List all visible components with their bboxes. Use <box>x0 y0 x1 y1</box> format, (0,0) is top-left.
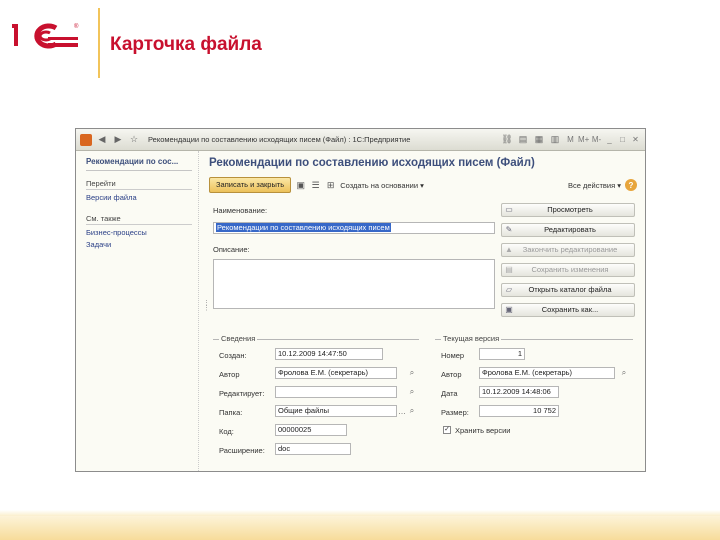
app-window: ◀ ▶ ☆ Рекомендации по составлению исходя… <box>75 128 646 472</box>
window-title: Рекомендации по составлению исходящих пи… <box>148 135 411 144</box>
version-date-field[interactable]: 10.12.2009 14:48:06 <box>479 386 559 398</box>
store-versions-checkbox[interactable]: ✓ <box>443 426 451 434</box>
code-label: Код: <box>219 427 234 436</box>
list-icon[interactable]: ☰ <box>310 180 321 191</box>
slide-title: Карточка файла <box>110 34 262 55</box>
form-toolbar: Записать и закрыть ▣ ☰ ⊞ Создать на осно… <box>209 176 637 194</box>
sidebar-link-tasks[interactable]: Задачи <box>86 240 192 249</box>
open-folder-button[interactable]: ▱ Открыть каталог файла <box>501 283 635 297</box>
name-label: Наименование: <box>213 206 268 215</box>
sidebar-link-versions[interactable]: Версии файла <box>86 193 192 202</box>
back-icon[interactable]: ◀ <box>96 134 108 146</box>
save-changes-button[interactable]: ▤ Сохранить изменения <box>501 263 635 277</box>
extension-field[interactable]: doc <box>275 443 351 455</box>
extension-label: Расширение: <box>219 446 265 455</box>
create-based-button[interactable]: Создать на основании ▾ <box>340 181 424 190</box>
save-as-icon: ▣ <box>505 305 513 314</box>
code-field[interactable]: 00000025 <box>275 424 347 436</box>
svg-text:®: ® <box>74 23 79 30</box>
name-field[interactable]: Рекомендации по составлению исходящих пи… <box>213 222 495 234</box>
memory-icon[interactable]: M <box>565 135 576 144</box>
editor-field[interactable] <box>275 386 397 398</box>
edit-icon: ✎ <box>505 225 513 234</box>
window-titlebar: ◀ ▶ ☆ Рекомендации по составлению исходя… <box>76 129 645 151</box>
author-field[interactable]: Фролова Е.М. (секретарь) <box>275 367 397 379</box>
sidebar-section-see-also: См. также <box>86 214 192 225</box>
link-icon[interactable]: ⛓ <box>501 134 513 146</box>
description-label: Описание: <box>213 245 250 254</box>
all-actions-button[interactable]: Все действия ▾ <box>568 181 621 190</box>
folder-search-icon[interactable]: ⌕ <box>407 405 417 417</box>
save-close-button[interactable]: Записать и закрыть <box>209 177 292 193</box>
slide: ® Карточка файла ◀ ▶ ☆ Рекомендации по с… <box>0 0 720 540</box>
view-icon: ▭ <box>505 205 513 214</box>
version-group-title: Текущая версия <box>441 334 502 343</box>
store-versions-label: Хранить версии <box>455 426 511 435</box>
app-icon[interactable] <box>80 133 92 146</box>
folder-icon: ▱ <box>505 285 513 294</box>
editor-label: Редактирует: <box>219 389 265 398</box>
version-author-label: Автор <box>441 370 462 379</box>
description-field[interactable] <box>213 259 495 309</box>
print-icon[interactable]: ▤ <box>517 134 529 146</box>
form-title: Рекомендации по составлению исходящих пи… <box>209 157 535 169</box>
version-number-label: Номер <box>441 351 465 360</box>
window-buttons: M M+ M- _ □ ✕ <box>565 135 641 144</box>
calc-icon[interactable]: ▦ <box>533 134 545 146</box>
created-label: Создан: <box>219 351 247 360</box>
version-author-field[interactable]: Фролова Е.М. (секретарь) <box>479 367 615 379</box>
version-size-field[interactable]: 10 752 <box>479 405 559 417</box>
save-as-button[interactable]: ▣ Сохранить как... <box>501 303 635 317</box>
form-main: ⋮ ⋮ Рекомендации по составлению исходящих… <box>203 151 639 469</box>
create-based-icon[interactable]: ⊞ <box>325 180 336 191</box>
version-size-label: Размер: <box>441 408 469 417</box>
save-changes-icon: ▤ <box>505 265 513 274</box>
close-icon[interactable]: ✕ <box>630 135 641 144</box>
calendar-icon[interactable]: ▥ <box>549 134 561 146</box>
splitter-handle[interactable]: ⋮ ⋮ <box>203 300 210 312</box>
footer-band <box>0 510 720 540</box>
forward-icon[interactable]: ▶ <box>112 134 124 146</box>
sidebar: Рекомендации по сос... Перейти Версии фа… <box>76 151 199 471</box>
author-label: Автор <box>219 370 240 379</box>
folder-select-icon[interactable]: … <box>397 405 407 417</box>
created-field[interactable]: 10.12.2009 14:47:50 <box>275 348 383 360</box>
minimize-icon[interactable]: _ <box>604 135 615 144</box>
logo-separator <box>98 8 100 78</box>
1c-logo: ® <box>12 23 79 49</box>
folder-field[interactable]: Общие файлы <box>275 405 397 417</box>
finish-edit-button[interactable]: ▲ Закончить редактирование <box>501 243 635 257</box>
view-button[interactable]: ▭ Просмотреть <box>501 203 635 217</box>
version-author-search-icon[interactable]: ⌕ <box>619 367 629 379</box>
folder-label: Папка: <box>219 408 243 417</box>
author-search-icon[interactable]: ⌕ <box>407 367 417 379</box>
memory-plus-icon[interactable]: M+ <box>578 135 589 144</box>
maximize-icon[interactable]: □ <box>617 135 628 144</box>
memory-minus-icon[interactable]: M- <box>591 135 602 144</box>
sidebar-section-goto: Перейти <box>86 179 192 190</box>
version-group: Текущая версия <box>435 334 633 465</box>
sidebar-link-business-processes[interactable]: Бизнес-процессы <box>86 228 192 237</box>
star-icon[interactable]: ☆ <box>128 134 140 146</box>
save-icon[interactable]: ▣ <box>295 180 306 191</box>
version-number-field[interactable]: 1 <box>479 348 525 360</box>
finish-edit-icon: ▲ <box>505 245 513 254</box>
help-icon[interactable]: ? <box>625 179 637 191</box>
version-date-label: Дата <box>441 389 458 398</box>
info-group-title: Сведения <box>219 334 258 343</box>
sidebar-heading[interactable]: Рекомендации по сос... <box>86 157 192 171</box>
editor-search-icon[interactable]: ⌕ <box>407 386 417 398</box>
edit-button[interactable]: ✎ Редактировать <box>501 223 635 237</box>
